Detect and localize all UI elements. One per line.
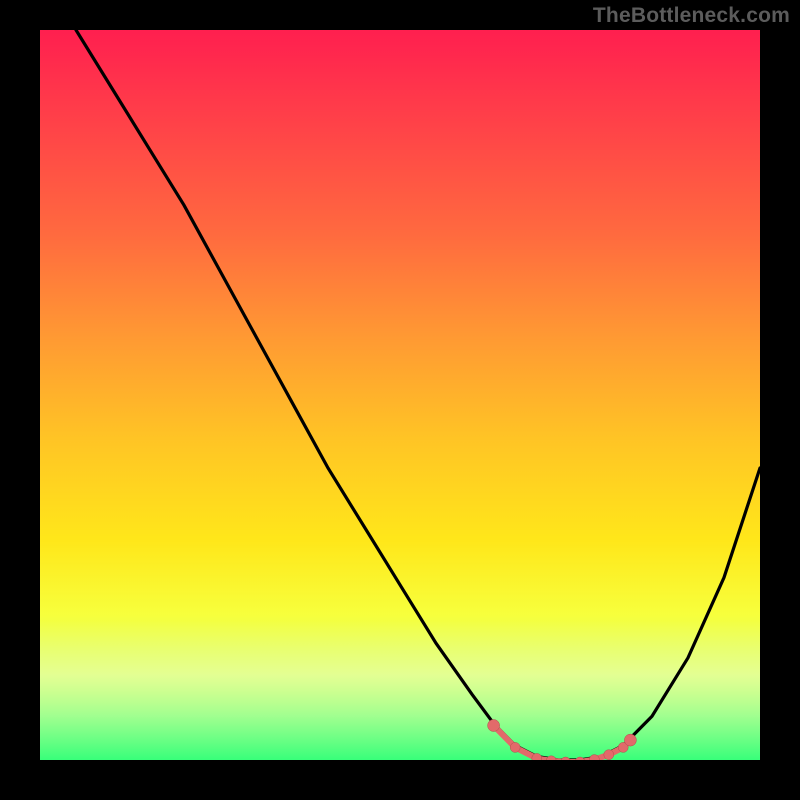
bottleneck-curve <box>76 30 760 760</box>
chart-frame: TheBottleneck.com <box>0 0 800 800</box>
highlight-dot <box>561 757 571 760</box>
highlight-dot <box>546 756 556 760</box>
curve-svg <box>40 30 760 760</box>
highlight-dot <box>624 734 636 746</box>
highlight-dot <box>510 742 520 752</box>
highlight-dot <box>575 757 585 760</box>
highlight-region <box>488 720 637 761</box>
plot-area <box>40 30 760 760</box>
highlight-dot <box>488 720 500 732</box>
watermark-text: TheBottleneck.com <box>593 4 790 28</box>
highlight-dot <box>604 750 614 760</box>
